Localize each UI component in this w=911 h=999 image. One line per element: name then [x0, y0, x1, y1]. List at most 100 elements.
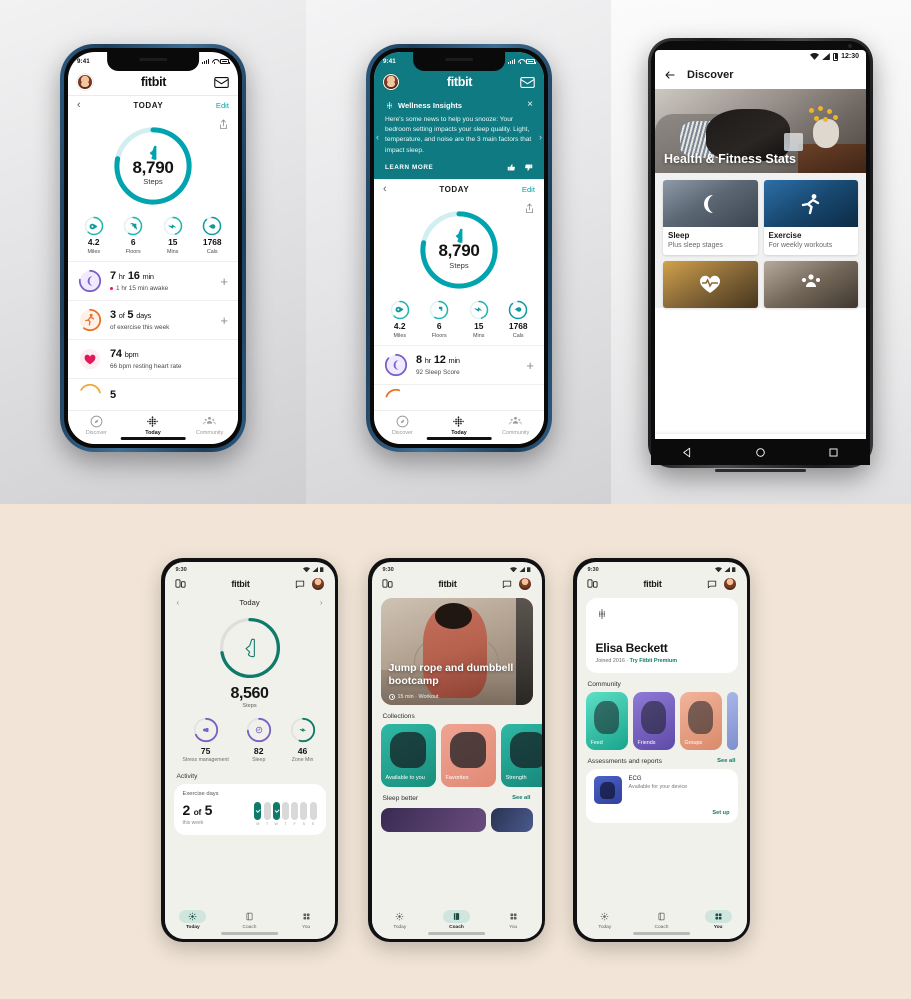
metric-sleep[interactable]: 82 Sleep — [245, 716, 273, 763]
collection-card-available[interactable]: Available to you — [380, 723, 436, 787]
back-arrow-icon[interactable] — [664, 69, 676, 81]
today-sun-icon — [600, 912, 609, 920]
featured-workout-card[interactable]: Jump rope and dumbbell bootcamp 15 min ·… — [380, 597, 533, 705]
tab-today[interactable]: Today — [591, 910, 618, 930]
stat-mins[interactable]: 15 Mins — [163, 216, 183, 255]
home-indicator — [427, 932, 486, 935]
tab-today[interactable]: Today — [431, 415, 487, 436]
hero-banner[interactable]: Health & Fitness Stats — [655, 89, 866, 173]
devices-icon[interactable] — [174, 578, 186, 589]
devices-icon[interactable] — [586, 578, 598, 589]
metric-label: Stress management — [182, 756, 229, 763]
community-card-feed[interactable]: Feed — [585, 691, 628, 750]
exercise-days-card[interactable]: Exercise days 2 of 5 this week M T W T F… — [173, 784, 326, 835]
location-pin-icon — [390, 300, 410, 320]
tab-coach[interactable]: Coach — [236, 910, 263, 930]
add-button[interactable]: + — [220, 275, 228, 288]
community-card-peek[interactable] — [726, 691, 738, 750]
discover-card-heart[interactable] — [663, 260, 758, 308]
set-up-button[interactable]: Set up — [712, 810, 729, 816]
chat-icon[interactable] — [707, 579, 717, 589]
tab-coach[interactable]: Coach — [442, 909, 470, 930]
front-camera — [848, 44, 852, 48]
learn-more-button[interactable]: LEARN MORE — [385, 164, 433, 171]
premium-link[interactable]: Try Fitbit Premium — [630, 658, 677, 664]
stat-floors[interactable]: 6 Floors — [123, 216, 143, 255]
see-all-link[interactable]: See all — [717, 758, 735, 764]
steps-ring-widget[interactable]: 8,790 Steps — [374, 208, 544, 292]
avatar[interactable] — [519, 577, 532, 590]
see-all-link[interactable]: See all — [512, 795, 530, 801]
sleep-card-peek[interactable] — [490, 807, 533, 832]
discover-card-sleep[interactable]: z Sleep Plus sleep stages — [663, 180, 758, 255]
stat-miles[interactable]: 4.2 Miles — [390, 300, 410, 339]
collection-card-strength[interactable]: Strength — [500, 723, 542, 787]
tab-today[interactable]: Today — [179, 909, 207, 930]
tab-discover[interactable]: Discover — [68, 415, 124, 436]
tab-coach[interactable]: Coach — [648, 910, 675, 930]
collection-card-favorites[interactable]: Favorites — [440, 723, 496, 787]
thumbs-down-icon[interactable] — [524, 163, 533, 172]
avatar[interactable] — [312, 577, 325, 590]
home-indicator — [426, 436, 492, 440]
sleep-card[interactable] — [380, 807, 486, 832]
discover-card-exercise[interactable]: Exercise For weekly workouts — [763, 180, 858, 255]
stat-floors[interactable]: 6 Floors — [429, 300, 449, 339]
devices-icon[interactable] — [381, 578, 393, 589]
share-icon[interactable] — [525, 201, 534, 213]
tab-today[interactable]: Today — [386, 910, 413, 930]
community-card-groups[interactable]: Groups — [679, 691, 722, 750]
stat-mins[interactable]: 15 Mins — [469, 300, 489, 339]
carousel-prev-icon[interactable]: ‹ — [376, 132, 379, 142]
stat-miles[interactable]: 4.2 Miles — [84, 216, 104, 255]
nav-recents-icon[interactable] — [827, 446, 840, 459]
share-icon[interactable] — [219, 117, 228, 129]
row-heart[interactable]: 74 bpm 66 bpm resting heart rate — [68, 339, 238, 378]
edit-button[interactable]: Edit — [216, 101, 229, 110]
edit-button[interactable]: Edit — [522, 185, 535, 194]
compass-icon — [90, 415, 103, 428]
row-exercise[interactable]: 3 of 5 days of exercise this week + — [68, 300, 238, 339]
back-chevron-icon[interactable]: ‹ — [383, 183, 387, 195]
back-chevron-icon[interactable]: ‹ — [77, 100, 81, 111]
tab-community[interactable]: Community — [182, 415, 238, 436]
steps-ring-widget[interactable]: 8,560 Steps — [165, 615, 335, 709]
community-card-friends[interactable]: Friends — [632, 691, 675, 750]
nav-home-icon[interactable] — [754, 446, 767, 459]
chat-icon[interactable] — [295, 579, 305, 589]
add-button[interactable]: + — [526, 359, 534, 372]
assessment-card-ecg[interactable]: ECG Available for your device Set up — [585, 768, 738, 823]
row-sleep[interactable]: z 7 hr 16 min 1 hr 15 min awake + — [68, 261, 238, 300]
tab-you[interactable]: You — [293, 910, 320, 930]
stat-cals[interactable]: 1768 Cals — [508, 300, 528, 339]
profile-card[interactable]: Elisa Beckett Joined 2016 · Try Fitbit P… — [585, 597, 738, 673]
prev-day-icon[interactable]: ‹ — [177, 598, 180, 607]
tab-you[interactable]: You — [704, 909, 732, 930]
steps-ring-widget[interactable]: 8,790 Steps — [68, 124, 238, 208]
nav-back-icon[interactable] — [681, 446, 694, 459]
thumbs-up-icon[interactable] — [507, 163, 516, 172]
tab-community[interactable]: Community — [488, 415, 544, 436]
row-partial[interactable]: 5 — [68, 378, 238, 414]
metric-stress[interactable]: 75 Stress management — [182, 716, 229, 763]
mail-icon[interactable] — [520, 76, 535, 88]
tab-pill — [236, 910, 263, 923]
next-day-icon[interactable]: › — [320, 598, 323, 607]
tab-today[interactable]: Today — [125, 415, 181, 436]
discover-card-community[interactable] — [763, 260, 858, 308]
chat-icon[interactable] — [502, 579, 512, 589]
wellness-insights-card[interactable]: ‹ › Wellness Insights × Here's some news… — [374, 95, 544, 179]
avatar[interactable] — [724, 577, 737, 590]
mail-icon[interactable] — [214, 76, 229, 88]
row-sleep[interactable]: z 8 hr 12 min 92 Sleep Score + — [374, 345, 544, 384]
avatar[interactable] — [383, 74, 399, 90]
tab-discover[interactable]: Discover — [374, 415, 430, 436]
today-subbar: ‹ TODAY Edit — [68, 95, 238, 115]
avatar[interactable] — [77, 74, 93, 90]
tab-you[interactable]: You — [500, 910, 527, 930]
metric-zone-min[interactable]: 46 Zone Min — [289, 716, 317, 763]
stat-cals[interactable]: 1768 Cals — [202, 216, 222, 255]
add-button[interactable]: + — [220, 314, 228, 327]
carousel-next-icon[interactable]: › — [539, 132, 542, 142]
close-icon[interactable]: × — [527, 100, 533, 110]
